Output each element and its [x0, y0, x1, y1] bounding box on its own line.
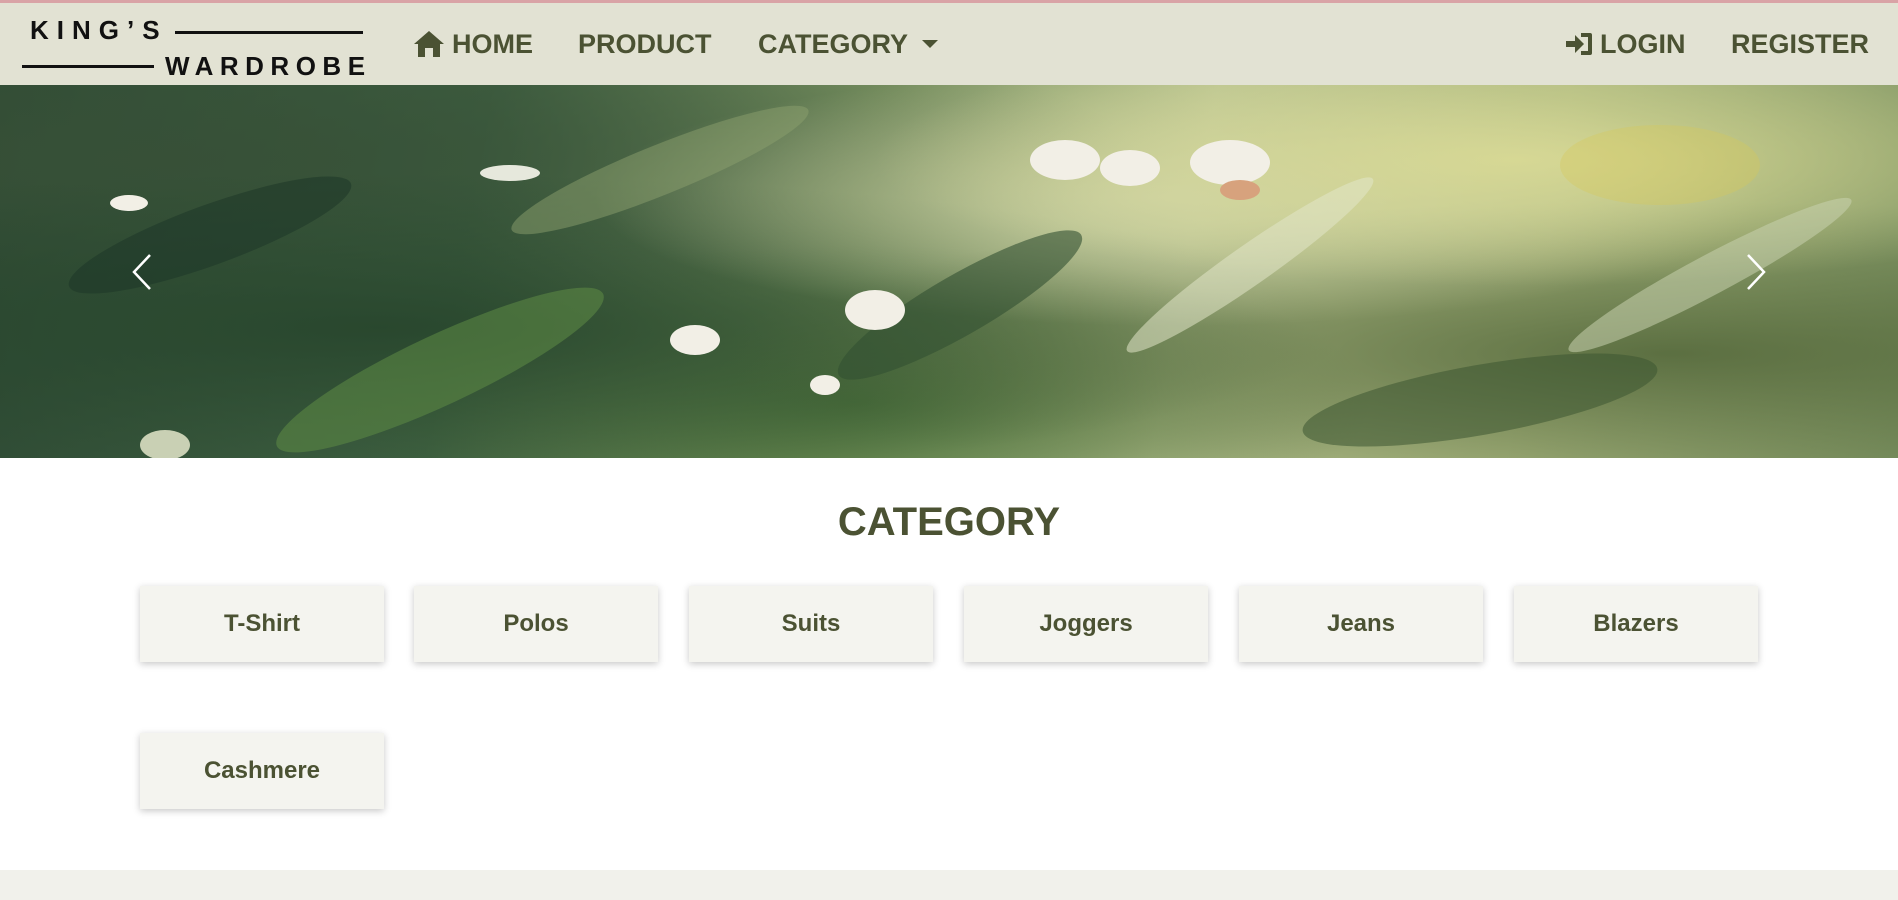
logo-rule-bottom [22, 65, 154, 68]
carousel-prev[interactable] [82, 85, 202, 458]
category-card[interactable]: T-Shirt [140, 586, 384, 662]
category-card[interactable]: Cashmere [140, 733, 384, 809]
category-section-title: CATEGORY [837, 500, 1061, 544]
nav-home-label: HOME [452, 28, 533, 59]
category-card[interactable]: Blazers [1514, 586, 1758, 662]
home-icon [412, 29, 446, 59]
nav-product[interactable]: PRODUCT [578, 3, 712, 85]
nav-login[interactable]: LOGIN [1564, 3, 1686, 85]
nav-product-label: PRODUCT [578, 28, 712, 59]
nav-register-label: REGISTER [1731, 28, 1870, 59]
hero-painting [0, 85, 1898, 458]
chevron-right-icon [1745, 253, 1767, 291]
category-card[interactable]: Jeans [1239, 586, 1483, 662]
carousel-next[interactable] [1696, 85, 1816, 458]
nav-home[interactable]: HOME [412, 3, 533, 85]
nav-category-dropdown[interactable]: CATEGORY [758, 3, 939, 85]
logo-rule-top [175, 31, 363, 34]
chevron-left-icon [131, 253, 153, 291]
caret-down-icon [922, 39, 939, 49]
category-card[interactable]: Suits [689, 586, 933, 662]
brand-line1: KING’S [30, 15, 168, 45]
hero-carousel [0, 85, 1898, 458]
category-card[interactable]: Polos [414, 586, 658, 662]
brand-line2: WARDROBE [165, 51, 372, 81]
footer-band [0, 870, 1898, 900]
category-card[interactable]: Joggers [964, 586, 1208, 662]
sign-in-icon [1564, 30, 1594, 58]
nav-login-label: LOGIN [1600, 28, 1686, 59]
brand-logo[interactable]: KING’S WARDROBE [22, 11, 374, 81]
nav-category-label: CATEGORY [758, 28, 909, 59]
nav-register[interactable]: REGISTER [1731, 3, 1869, 85]
navbar: KING’S WARDROBE HOME PRODUCT CATEGORY LO… [0, 3, 1898, 85]
